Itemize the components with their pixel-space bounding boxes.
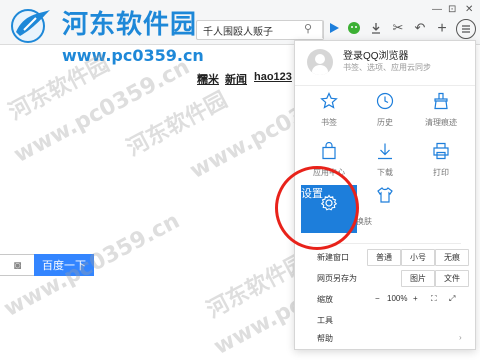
fullscreen-icon[interactable]: ⛶ (431, 294, 437, 304)
menu-clear-traces[interactable]: 清理痕迹 (413, 91, 469, 139)
login-subtitle: 书签、选项、应用云同步 (343, 63, 431, 72)
small-window-button[interactable]: 小号 (401, 249, 435, 266)
download-icon[interactable] (368, 20, 384, 36)
menu-row-zoom: 缩放 − 100% + ⛶ ⤢ (295, 288, 475, 310)
menu-label: 清理痕迹 (425, 118, 457, 127)
download-icon (375, 141, 395, 161)
zoom-label: 缩放 (317, 295, 333, 304)
logo-url: www.pc0359.cn (62, 46, 204, 65)
bag-icon (319, 141, 339, 161)
save-image-button[interactable]: 图片 (401, 270, 435, 287)
browser-menu-panel: 登录QQ浏览器 书签、选项、应用云同步 书签 历史 清理痕迹 应用中心 下载 打… (294, 40, 476, 350)
menu-print[interactable]: 打印 (413, 141, 469, 189)
avatar (307, 49, 333, 75)
menu-row-new-window: 新建窗口 普通 小号 无痕 (295, 246, 475, 268)
nav-link-news[interactable]: 新闻 (225, 71, 247, 87)
menu-row-help[interactable]: 帮助 › (295, 327, 475, 349)
menu-app-center[interactable]: 应用中心 (301, 141, 357, 189)
menu-divider (309, 243, 461, 244)
nav-link-nuomi[interactable]: 糯米 (197, 71, 219, 87)
login-row[interactable]: 登录QQ浏览器 书签、选项、应用云同步 (295, 41, 475, 86)
broom-icon (431, 91, 451, 111)
logo-text: 河东软件园 (62, 10, 198, 40)
zoom-in-button[interactable]: + (413, 294, 418, 303)
menu-history[interactable]: 历史 (357, 91, 413, 139)
toolbar-divider (322, 20, 323, 38)
save-as-label: 网页另存为 (317, 274, 357, 283)
minimize-button[interactable]: — (432, 4, 442, 15)
tools-label: 工具 (317, 316, 333, 325)
page-search-input[interactable]: ◙ (0, 254, 35, 276)
search-icon[interactable]: ⚲ (304, 22, 312, 35)
baidu-search-button[interactable]: 百度一下 (34, 254, 94, 276)
printer-icon (431, 141, 451, 161)
save-file-button[interactable]: 文件 (435, 270, 469, 287)
camera-icon[interactable]: ◙ (14, 258, 21, 272)
new-window-label[interactable]: 新建窗口 (317, 252, 349, 263)
menu-download[interactable]: 下载 (357, 141, 413, 189)
wechat-icon[interactable] (346, 20, 362, 36)
shirt-icon (375, 185, 395, 205)
gear-icon (319, 193, 339, 213)
undo-icon[interactable]: ↶ (412, 20, 428, 36)
watermark-text: 河东软件园 (122, 87, 232, 162)
normal-window-button[interactable]: 普通 (367, 249, 401, 266)
scissors-icon[interactable]: ✂ (390, 20, 406, 36)
login-title: 登录QQ浏览器 (343, 51, 409, 62)
skin-label: 换肤 (356, 217, 372, 226)
chevron-right-icon: › (459, 333, 462, 342)
menu-label: 打印 (433, 168, 449, 177)
menu-row-save-as: 网页另存为 图片 文件 (295, 267, 475, 289)
nav-link-hao123[interactable]: hao123 (254, 71, 292, 83)
address-text: 千人围殴人贩子 (203, 27, 273, 38)
close-button[interactable]: ✕ (465, 4, 473, 15)
star-icon (319, 91, 339, 111)
add-icon[interactable]: + (434, 20, 450, 37)
menu-label: 历史 (377, 118, 393, 127)
clock-icon (375, 91, 395, 111)
watermark-url: www.pc0359.cn (10, 54, 194, 169)
help-label: 帮助 (317, 334, 333, 343)
menu-label: 应用中心 (313, 168, 345, 177)
zoom-out-button[interactable]: − (375, 294, 380, 303)
menu-label: 下载 (377, 168, 393, 177)
menu-label: 书签 (321, 118, 337, 127)
incognito-window-button[interactable]: 无痕 (435, 249, 469, 266)
play-icon[interactable] (326, 20, 342, 36)
expand-icon[interactable]: ⤢ (449, 294, 455, 304)
restore-button[interactable]: ⊡ (448, 4, 456, 15)
logo-icon (6, 4, 56, 44)
menu-icon[interactable] (456, 19, 476, 39)
menu-bookmarks[interactable]: 书签 (301, 91, 357, 139)
zoom-value: 100% (387, 294, 408, 303)
menu-settings[interactable]: 设置 (301, 185, 357, 233)
